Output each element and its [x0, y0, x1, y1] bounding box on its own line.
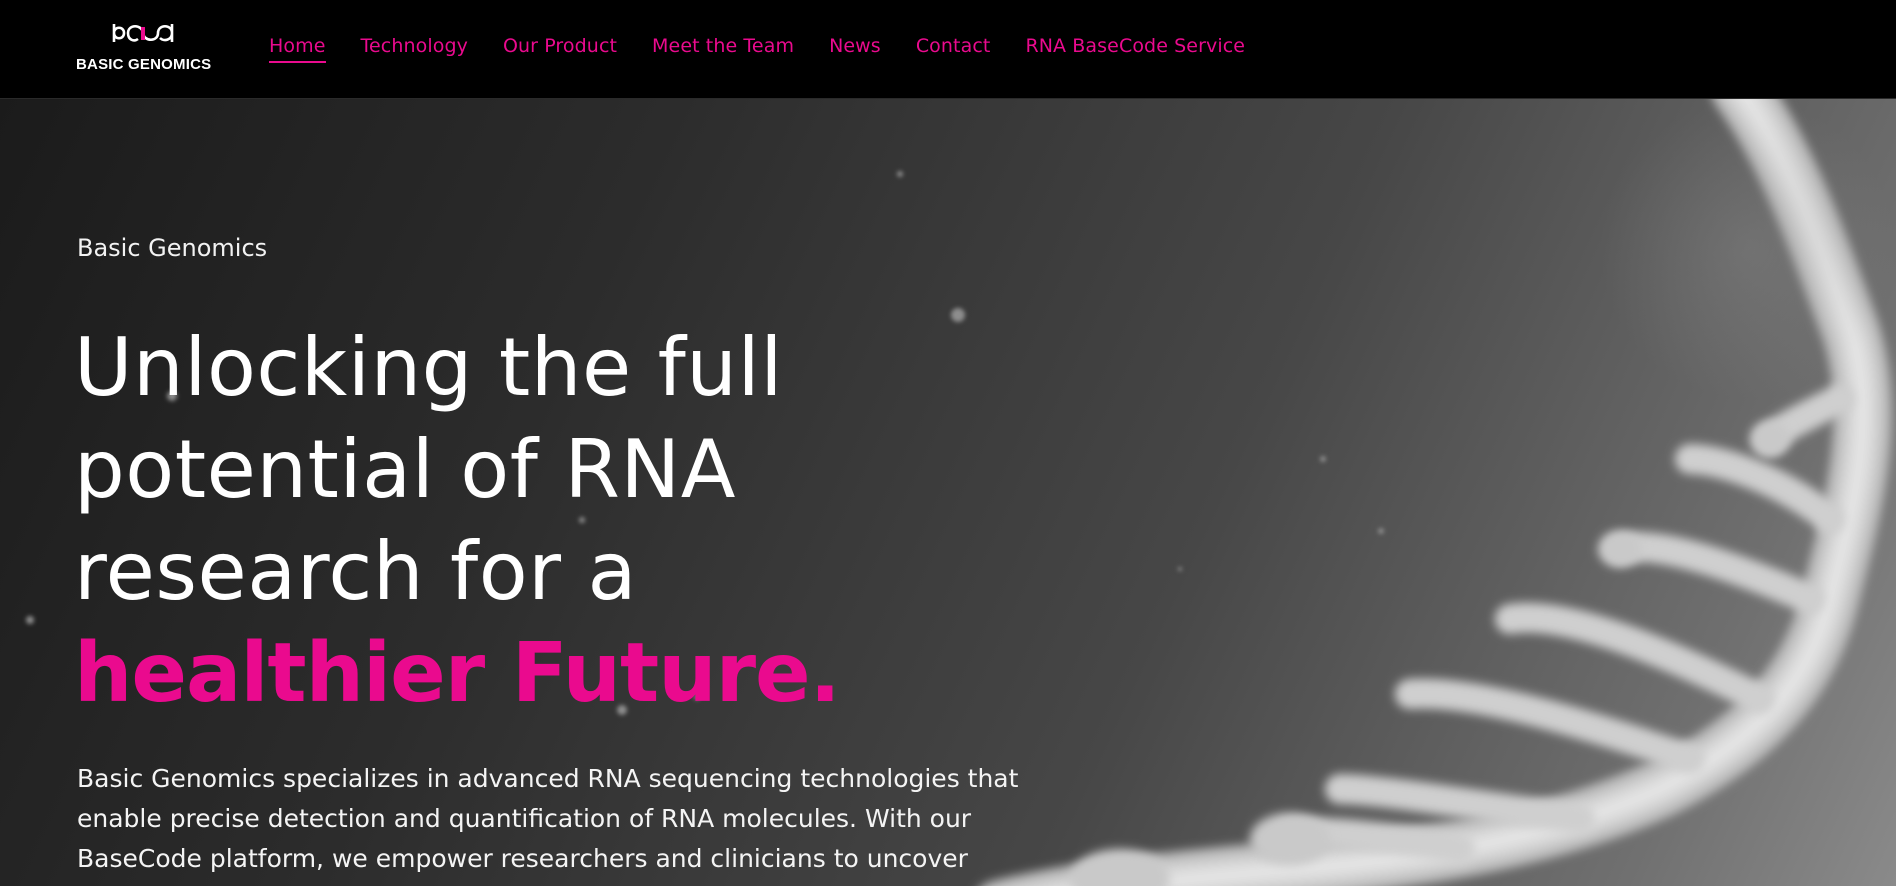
nav-link-technology[interactable]: Technology	[361, 35, 468, 63]
nav-link-home[interactable]: Home	[269, 35, 326, 63]
nav-link-contact[interactable]: Contact	[916, 35, 991, 63]
hero-description: Basic Genomics specializes in advanced R…	[77, 764, 1019, 873]
top-navigation-bar: BASIC GENOMICS Home Technology Our Produ…	[0, 0, 1896, 99]
headline-line-1: Unlocking the full	[74, 321, 783, 414]
nav-link-rna-basecode-service[interactable]: RNA BaseCode Service	[1025, 35, 1245, 63]
rna-loop-logo-icon	[112, 24, 174, 42]
hero-eyebrow: Basic Genomics	[77, 234, 268, 262]
nav-link-our-product[interactable]: Our Product	[503, 35, 617, 63]
headline-line-3: research for a	[74, 525, 637, 618]
headline-accent: healthier Future.	[74, 626, 841, 721]
hero-section: Basic Genomics Unlocking the full potent…	[0, 99, 1896, 886]
nav-link-news[interactable]: News	[829, 35, 881, 63]
main-nav: Home Technology Our Product Meet the Tea…	[269, 35, 1280, 63]
brand-logo[interactable]: BASIC GENOMICS	[76, 20, 216, 76]
brand-name: BASIC GENOMICS	[76, 56, 212, 73]
nav-link-meet-the-team[interactable]: Meet the Team	[652, 35, 794, 63]
headline-line-2: potential of RNA	[74, 423, 736, 516]
hero-headline: Unlocking the full potential of RNA rese…	[74, 317, 841, 725]
